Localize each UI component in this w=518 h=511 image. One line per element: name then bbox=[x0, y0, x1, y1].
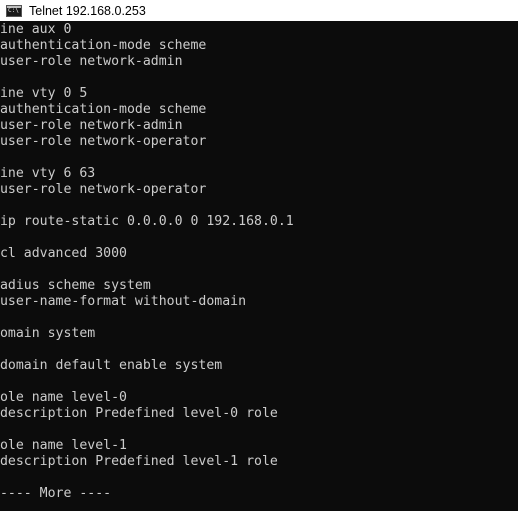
terminal-line-text: domain default enable system bbox=[0, 358, 223, 373]
terminal-line-text: user-role network-admin bbox=[0, 54, 183, 69]
window-title: Telnet 192.168.0.253 bbox=[29, 3, 146, 18]
terminal-line: authentication-mode scheme bbox=[0, 102, 294, 118]
terminal-line-text: user-role network-operator bbox=[0, 134, 207, 149]
terminal-line: user-name-format without-domain bbox=[0, 294, 294, 310]
terminal-line-text: ---- More ---- bbox=[0, 486, 112, 501]
terminal-separator-line: # bbox=[0, 230, 294, 246]
terminal-lines: line aux 0 authentication-mode scheme us… bbox=[0, 22, 294, 502]
terminal-line: line vty 0 5 bbox=[0, 86, 294, 102]
telnet-window: C:\ Telnet 192.168.0.253 line aux 0 auth… bbox=[0, 0, 518, 511]
terminal-separator-line: # bbox=[0, 70, 294, 86]
terminal-line-text: user-role network-admin bbox=[0, 118, 183, 133]
console-icon: C:\ bbox=[6, 4, 22, 17]
terminal-separator-line: # bbox=[0, 262, 294, 278]
terminal-line-text: domain system bbox=[0, 326, 96, 341]
terminal-separator-line: # bbox=[0, 422, 294, 438]
terminal-line: line vty 6 63 bbox=[0, 166, 294, 182]
terminal-line-text: user-role network-operator bbox=[0, 182, 207, 197]
terminal-line-text: role name level-1 bbox=[0, 438, 127, 453]
terminal-line: description Predefined level-0 role bbox=[0, 406, 294, 422]
terminal-line-text: line vty 0 5 bbox=[0, 86, 88, 101]
more-prompt: ---- More ---- bbox=[0, 486, 294, 502]
title-bar[interactable]: C:\ Telnet 192.168.0.253 bbox=[0, 0, 518, 21]
terminal-separator-line: # bbox=[0, 342, 294, 358]
terminal-line-text: description Predefined level-0 role bbox=[0, 406, 278, 421]
terminal-line-text: authentication-mode scheme bbox=[0, 102, 207, 117]
terminal-line: user-role network-operator bbox=[0, 134, 294, 150]
terminal-line: user-role network-operator bbox=[0, 182, 294, 198]
terminal-line: user-role network-admin bbox=[0, 54, 294, 70]
terminal-line-text: description Predefined level-1 role bbox=[0, 454, 278, 469]
terminal-line: ip route-static 0.0.0.0 0 192.168.0.1 bbox=[0, 214, 294, 230]
terminal-line-text: role name level-0 bbox=[0, 390, 127, 405]
terminal-line: user-role network-admin bbox=[0, 118, 294, 134]
terminal-line: domain system bbox=[0, 326, 294, 342]
terminal-line-text: ip route-static 0.0.0.0 0 192.168.0.1 bbox=[0, 214, 294, 229]
terminal-separator-line: # bbox=[0, 470, 294, 486]
terminal-separator-line: # bbox=[0, 198, 294, 214]
terminal-separator-line: # bbox=[0, 374, 294, 390]
terminal-line: authentication-mode scheme bbox=[0, 38, 294, 54]
terminal-line: acl advanced 3000 bbox=[0, 246, 294, 262]
terminal-line: description Predefined level-1 role bbox=[0, 454, 294, 470]
terminal-line: role name level-0 bbox=[0, 390, 294, 406]
terminal-line: domain default enable system bbox=[0, 358, 294, 374]
terminal-line-text: authentication-mode scheme bbox=[0, 38, 207, 53]
terminal-line-text: user-name-format without-domain bbox=[0, 294, 247, 309]
terminal-separator-line: # bbox=[0, 310, 294, 326]
terminal-output[interactable]: line aux 0 authentication-mode scheme us… bbox=[0, 21, 518, 511]
terminal-line-text: radius scheme system bbox=[0, 278, 151, 293]
terminal-line: role name level-1 bbox=[0, 438, 294, 454]
terminal-separator-line: # bbox=[0, 150, 294, 166]
terminal-line: line aux 0 bbox=[0, 22, 294, 38]
terminal-line-text: acl advanced 3000 bbox=[0, 246, 127, 261]
terminal-line: radius scheme system bbox=[0, 278, 294, 294]
terminal-line-text: line aux 0 bbox=[0, 22, 72, 37]
terminal-line-text: line vty 6 63 bbox=[0, 166, 96, 181]
